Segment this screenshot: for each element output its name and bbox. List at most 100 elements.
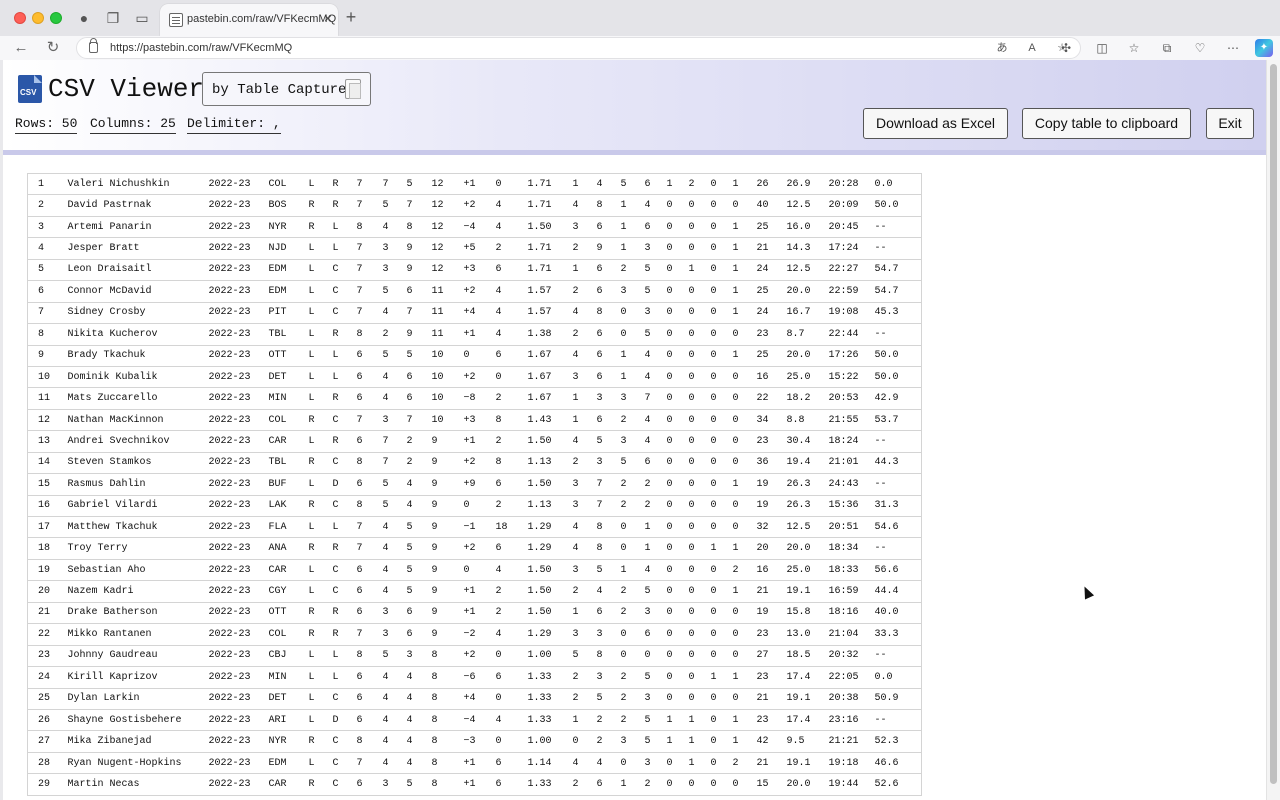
table-cell: 50.0 xyxy=(864,194,922,217)
table-cell: 0 xyxy=(656,344,679,367)
window-maximize-button[interactable] xyxy=(50,12,62,24)
table-cell: CBJ xyxy=(258,644,299,668)
table-cell: 21:04 xyxy=(818,623,865,646)
reload-icon[interactable]: ↻ xyxy=(44,39,62,57)
browser-tab[interactable]: pastebin.com/raw/VFKecmMQ × xyxy=(160,4,338,36)
table-cell: 4 xyxy=(372,537,397,560)
table-cell: 3 xyxy=(610,280,635,303)
table-cell: 3 xyxy=(634,601,657,625)
table-cell: 7 xyxy=(586,494,611,518)
table-cell: 4 xyxy=(562,430,587,453)
scrollbar-thumb[interactable] xyxy=(1270,64,1277,784)
page-scrollbar[interactable] xyxy=(1266,60,1280,800)
table-cell: 7 xyxy=(372,172,397,196)
split-screen-icon[interactable]: ◫ xyxy=(1093,39,1111,57)
exit-button[interactable]: Exit xyxy=(1206,108,1254,139)
collections-icon[interactable]: ⧉ xyxy=(1158,39,1176,57)
table-cell: 6 xyxy=(586,344,611,367)
table-cell: 0 xyxy=(678,194,701,217)
table-cell: 0 xyxy=(656,280,679,303)
workspaces-icon[interactable]: ❐ xyxy=(105,10,121,26)
table-row: 23 Johnny Gaudreau 2022-23 CBJ L L 8 5 3 8 +2 0 1.00… xyxy=(27,644,922,668)
table-cell: 2 xyxy=(586,730,611,753)
table-cell: Drake Batherson xyxy=(57,601,199,625)
table-cell: 3 xyxy=(610,430,635,453)
favorites-icon[interactable]: ☆ xyxy=(1125,39,1143,57)
table-cell: 6 xyxy=(396,280,422,303)
table-cell: 0 xyxy=(700,773,723,796)
table-cell: 1 xyxy=(634,515,657,539)
vertical-tabs-icon[interactable]: ▭ xyxy=(134,10,150,26)
table-cell: 2022-23 xyxy=(198,365,259,389)
table-cell: +1 xyxy=(453,773,486,796)
table-cell: 2 xyxy=(485,237,518,260)
table-cell: 0 xyxy=(678,301,701,325)
back-icon[interactable]: ← xyxy=(12,39,30,57)
table-capture-badge[interactable]: by Table Capture xyxy=(202,72,371,106)
table-cell: C xyxy=(322,408,347,432)
table-cell: 0 xyxy=(722,515,747,539)
read-aloud-icon[interactable]: A xyxy=(1024,40,1040,56)
table-cell: 23 xyxy=(746,708,777,732)
browser-essentials-icon[interactable]: ♡ xyxy=(1191,39,1209,57)
table-cell: 26.3 xyxy=(776,473,819,496)
table-row: 4 Jesper Bratt 2022-23 NJD L L 7 3 9 12 +5 2 1.71 2 9 1… xyxy=(27,237,922,260)
table-cell: +5 xyxy=(453,237,486,260)
table-cell: 46.6 xyxy=(864,751,922,775)
profile-icon[interactable]: ● xyxy=(76,10,92,26)
table-cell: 0 xyxy=(700,215,723,239)
table-cell: 2022-23 xyxy=(198,387,259,410)
table-cell: 12 xyxy=(421,215,454,239)
table-cell: L xyxy=(322,344,347,367)
table-cell: 6 xyxy=(485,537,518,560)
table-cell: 0 xyxy=(656,623,679,646)
translate-icon[interactable]: あ xyxy=(994,40,1010,56)
lock-icon xyxy=(89,38,98,53)
copilot-icon[interactable]: ✦ xyxy=(1255,39,1273,57)
url-text[interactable]: https://pastebin.com/raw/VFKecmMQ xyxy=(110,42,292,54)
download-excel-button[interactable]: Download as Excel xyxy=(863,108,1008,139)
window-minimize-button[interactable] xyxy=(32,12,44,24)
more-menu-icon[interactable]: ⋯ xyxy=(1224,39,1242,57)
table-cell: 21 xyxy=(746,751,777,775)
table-cell: -- xyxy=(864,430,922,453)
table-cell: 5 xyxy=(610,172,635,196)
extensions-icon[interactable]: ✣ xyxy=(1057,39,1075,57)
table-cell: 2 xyxy=(610,408,635,432)
table-cell: +2 xyxy=(453,537,486,560)
table-cell: Mika Zibanejad xyxy=(57,730,199,753)
table-cell: 12 xyxy=(421,258,454,282)
table-cell: 2022-23 xyxy=(198,344,259,367)
table-cell: 7 xyxy=(372,430,397,453)
window-close-button[interactable] xyxy=(14,12,26,24)
table-cell: 15:22 xyxy=(818,365,865,389)
table-cell: 2 xyxy=(722,558,747,582)
new-tab-icon[interactable]: + xyxy=(342,8,360,26)
document-copy-icon xyxy=(345,79,361,99)
table-cell: 0 xyxy=(610,515,635,539)
table-cell: 5 xyxy=(396,172,422,196)
table-cell: 1 xyxy=(562,408,587,432)
table-cell: 7 xyxy=(346,301,373,325)
table-cell: 7 xyxy=(372,451,397,475)
table-cell: 4 xyxy=(485,708,518,732)
table-cell: Sidney Crosby xyxy=(57,301,199,325)
table-cell: Valeri Nichushkin xyxy=(57,172,199,196)
table-cell: 5 xyxy=(372,344,397,367)
table-cell: COL xyxy=(258,408,299,432)
address-bar[interactable]: https://pastebin.com/raw/VFKecmMQ あ A ☆ xyxy=(76,37,1081,59)
tab-close-icon[interactable]: × xyxy=(320,10,336,26)
table-cell: 23 xyxy=(27,644,58,668)
csv-viewer-header: CSV CSV Viewer by Table Capture Rows: 50… xyxy=(3,60,1266,152)
table-cell: L xyxy=(298,301,323,325)
table-cell: 1 xyxy=(722,344,747,367)
table-cell: L xyxy=(298,751,323,775)
table-cell: Brady Tkachuk xyxy=(57,344,199,367)
table-cell: 6 xyxy=(634,451,657,475)
table-cell: C xyxy=(322,494,347,518)
table-cell: 0 xyxy=(656,644,679,668)
table-cell: 0 xyxy=(678,773,701,796)
copy-table-button[interactable]: Copy table to clipboard xyxy=(1022,108,1191,139)
table-cell: 0 xyxy=(700,280,723,303)
table-cell: +2 xyxy=(453,280,486,303)
